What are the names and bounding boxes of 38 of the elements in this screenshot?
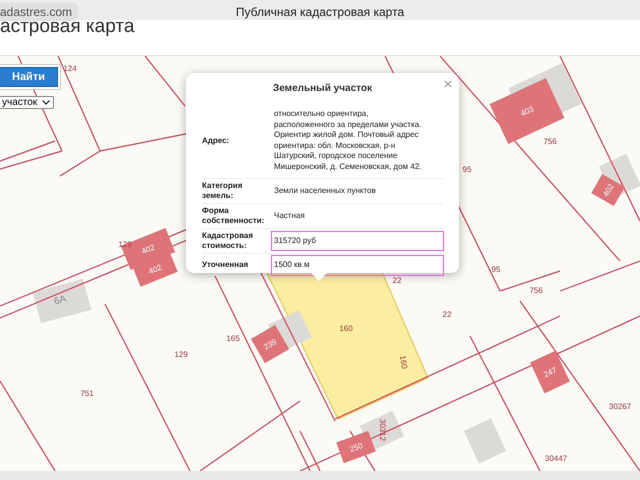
parcel-number: 756 [543, 137, 557, 146]
parcel-number: 160 [339, 324, 353, 333]
building-marker[interactable]: 247 [530, 350, 570, 394]
parcel-number: 22 [442, 310, 452, 319]
parcel-number: 751 [80, 389, 94, 398]
chevron-icon [42, 100, 50, 105]
popup-title: Земельный участок [272, 83, 374, 94]
parcel-number: 22 [392, 276, 402, 285]
building-marker[interactable]: 402 [591, 174, 625, 206]
field-label: Адрес: [202, 136, 230, 146]
field-label: Категория земель: [202, 181, 244, 201]
field-label: Форма собственности: [202, 206, 266, 226]
field-value: Частная [273, 210, 306, 222]
field-label: Уточненная [202, 260, 250, 270]
parcel-number: 95 [492, 265, 500, 274]
parcel-number: 165 [226, 334, 240, 343]
type-select[interactable]: участок [0, 96, 54, 109]
field-value: относительно ориентира, расположенного за пределами участка. Ориентир жилой дом. Почтовый адрес ориентира: обл. Московская, р-н Шатурский, городское поселение Мишеронский, д. Семеновская, дом 42. [273, 108, 422, 173]
page-title: Публичная кадастровая карта [236, 5, 404, 19]
parcel-number: 6А [52, 294, 68, 308]
close-icon[interactable] [444, 80, 452, 88]
field-value: 315720 руб [272, 232, 443, 250]
field-value: Земли населенных пунктов [273, 184, 377, 197]
field-value: 1500 кв.м [272, 256, 443, 274]
parcel-number: 95 [462, 165, 472, 174]
parcel-number: 124 [63, 64, 77, 73]
search-button[interactable]: Найти [0, 67, 58, 87]
parcel-number: 160 [398, 354, 410, 370]
field-label: Кадастровая стоимость: [202, 231, 254, 251]
parcel-number: 756 [529, 286, 543, 295]
parcel-number: 30267 [608, 402, 632, 411]
page-heading: астровая карта [0, 20, 136, 39]
building-marker[interactable]: 250 [336, 430, 376, 464]
address-field[interactable]: adastres.com [0, 3, 78, 21]
building-marker[interactable]: 239 [250, 324, 290, 364]
parcel-number: 30312 [378, 418, 387, 442]
parcel-number: 30447 [544, 454, 568, 463]
parcel-number: 129 [174, 350, 188, 359]
